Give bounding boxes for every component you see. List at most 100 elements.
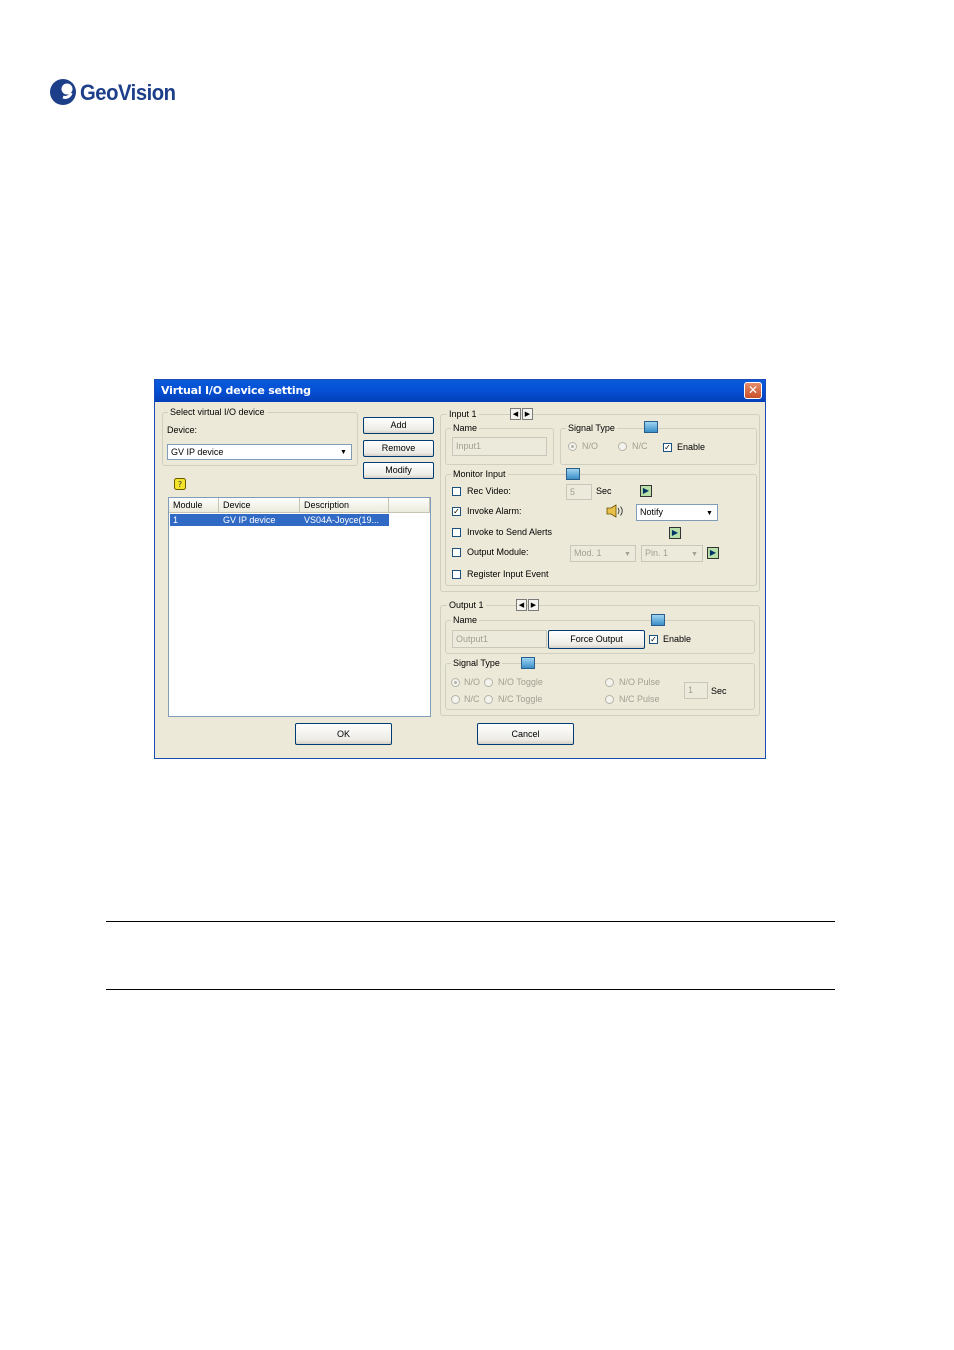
force-output-button[interactable]: Force Output [548, 630, 645, 649]
rec-video-label: Rec Video: [467, 486, 511, 496]
monitor-input-legend: Monitor Input [451, 469, 508, 479]
pulse-sec-label: Sec [711, 686, 727, 696]
input-name-legend: Name [451, 423, 480, 433]
play-icon: ▶ [709, 548, 717, 557]
signal-type-legend: Signal Type [566, 423, 617, 433]
input-legend: Input 1 [447, 409, 479, 419]
chevron-down-icon[interactable]: ▼ [703, 506, 716, 519]
close-button[interactable]: ✕ [744, 382, 762, 399]
speaker-icon[interactable] [606, 504, 626, 518]
output-legend: Output 1 [447, 600, 486, 610]
ok-button[interactable]: OK [295, 723, 392, 745]
remove-button[interactable]: Remove [363, 440, 434, 457]
chevron-down-icon[interactable]: ▼ [688, 547, 701, 560]
arrow-right-icon: ▶ [530, 601, 537, 609]
monitor-input-settings-icon[interactable] [566, 468, 580, 480]
input-enable-label: Enable [677, 442, 706, 452]
device-select-value: GV IP device [171, 447, 224, 457]
output-name-field[interactable]: Output1 [452, 630, 547, 648]
output-name-legend: Name [451, 615, 480, 625]
output-no-pulse-radio[interactable] [605, 678, 614, 687]
column-header-module[interactable]: Module [169, 498, 219, 513]
close-icon: ✕ [747, 383, 759, 397]
arrow-left-icon: ◀ [512, 410, 519, 418]
pulse-seconds-field[interactable]: 1 [684, 682, 708, 699]
module-select[interactable]: Mod. 1 ▼ [570, 545, 636, 562]
output-nc-label: N/C [464, 694, 480, 704]
output-no-pulse-label: N/O Pulse [619, 677, 661, 687]
invoke-alerts-checkbox[interactable] [452, 528, 461, 537]
title-bar: Virtual I/O device setting ✕ [155, 380, 765, 402]
pin-select[interactable]: Pin. 1 ▼ [641, 545, 703, 562]
input-next-button[interactable]: ▶ [522, 408, 533, 420]
input-nc-label: N/C [632, 441, 648, 451]
row-description: VS04A-Joyce(19... [304, 515, 380, 525]
arrow-left-icon: ◀ [518, 601, 525, 609]
output-nc-pulse-label: N/C Pulse [619, 694, 660, 704]
brand-name: GeoVision [80, 80, 176, 105]
output-next-button[interactable]: ▶ [528, 599, 539, 611]
virtual-io-dialog: Virtual I/O device setting ✕ Select virt… [154, 379, 766, 759]
input-nc-radio[interactable] [618, 442, 627, 451]
play-icon: ▶ [642, 486, 650, 495]
signal-type-settings-icon[interactable] [644, 421, 658, 433]
column-header-blank [389, 498, 430, 513]
output-no-radio[interactable] [451, 678, 460, 687]
note-bottom-divider [106, 989, 835, 990]
device-label: Device: [167, 425, 198, 435]
column-header-device[interactable]: Device [219, 498, 300, 513]
input-name-field[interactable]: Input1 [452, 437, 547, 456]
output-enable-checkbox[interactable]: ✓ [649, 635, 658, 644]
play-icon: ▶ [671, 528, 679, 537]
cancel-button[interactable]: Cancel [477, 723, 574, 745]
rec-video-checkbox[interactable] [452, 487, 461, 496]
chevron-down-icon[interactable]: ▼ [621, 547, 634, 560]
device-list[interactable]: Module Device Description 1 GV IP device… [168, 497, 431, 717]
select-device-legend: Select virtual I/O device [168, 407, 267, 417]
pin-select-value: Pin. 1 [645, 548, 669, 558]
input-enable-checkbox[interactable]: ✓ [663, 443, 672, 452]
row-device: GV IP device [223, 515, 276, 525]
rec-video-play-button[interactable]: ▶ [640, 485, 652, 497]
output-signal-settings-icon[interactable] [521, 657, 535, 669]
add-button[interactable]: Add [363, 417, 434, 434]
arrow-right-icon: ▶ [524, 410, 531, 418]
rec-video-seconds-field[interactable]: 5 [566, 484, 592, 500]
output-no-toggle-radio[interactable] [484, 678, 493, 687]
help-icon[interactable]: ? [174, 478, 186, 490]
output-nc-radio[interactable] [451, 695, 460, 704]
output-no-toggle-label: N/O Toggle [498, 677, 543, 687]
invoke-alarm-checkbox[interactable]: ✓ [452, 507, 461, 516]
dialog-title: Virtual I/O device setting [161, 384, 311, 397]
svg-text:?: ? [178, 480, 182, 489]
output-signal-type-group: Signal Type [445, 658, 755, 710]
device-select[interactable]: GV IP device ▼ [167, 444, 352, 460]
column-header-description[interactable]: Description [300, 498, 389, 513]
module-select-value: Mod. 1 [574, 548, 602, 558]
input-no-radio[interactable] [568, 442, 577, 451]
input-prev-button[interactable]: ◀ [510, 408, 521, 420]
output-settings-icon[interactable] [651, 614, 665, 626]
output-enable-label: Enable [663, 634, 692, 644]
alarm-select[interactable]: Notify ▼ [636, 504, 718, 521]
output-no-label: N/O [464, 677, 481, 687]
output-nc-toggle-label: N/C Toggle [498, 694, 543, 704]
invoke-alarm-label: Invoke Alarm: [467, 506, 522, 516]
chevron-down-icon[interactable]: ▼ [337, 446, 350, 458]
invoke-alerts-label: Invoke to Send Alerts [467, 527, 553, 537]
note-top-divider [106, 921, 835, 922]
output-prev-button[interactable]: ◀ [516, 599, 527, 611]
register-event-checkbox[interactable] [452, 570, 461, 579]
rec-video-sec-label: Sec [596, 486, 612, 496]
output-module-label: Output Module: [467, 547, 529, 557]
output-module-play-button[interactable]: ▶ [707, 547, 719, 559]
output-nc-pulse-radio[interactable] [605, 695, 614, 704]
modify-button[interactable]: Modify [363, 462, 434, 479]
output-module-checkbox[interactable] [452, 548, 461, 557]
output-nc-toggle-radio[interactable] [484, 695, 493, 704]
register-event-label: Register Input Event [467, 569, 549, 579]
invoke-alerts-play-button[interactable]: ▶ [669, 527, 681, 539]
row-module: 1 [173, 515, 179, 525]
alarm-select-value: Notify [640, 507, 664, 517]
output-signal-type-legend: Signal Type [451, 658, 502, 668]
